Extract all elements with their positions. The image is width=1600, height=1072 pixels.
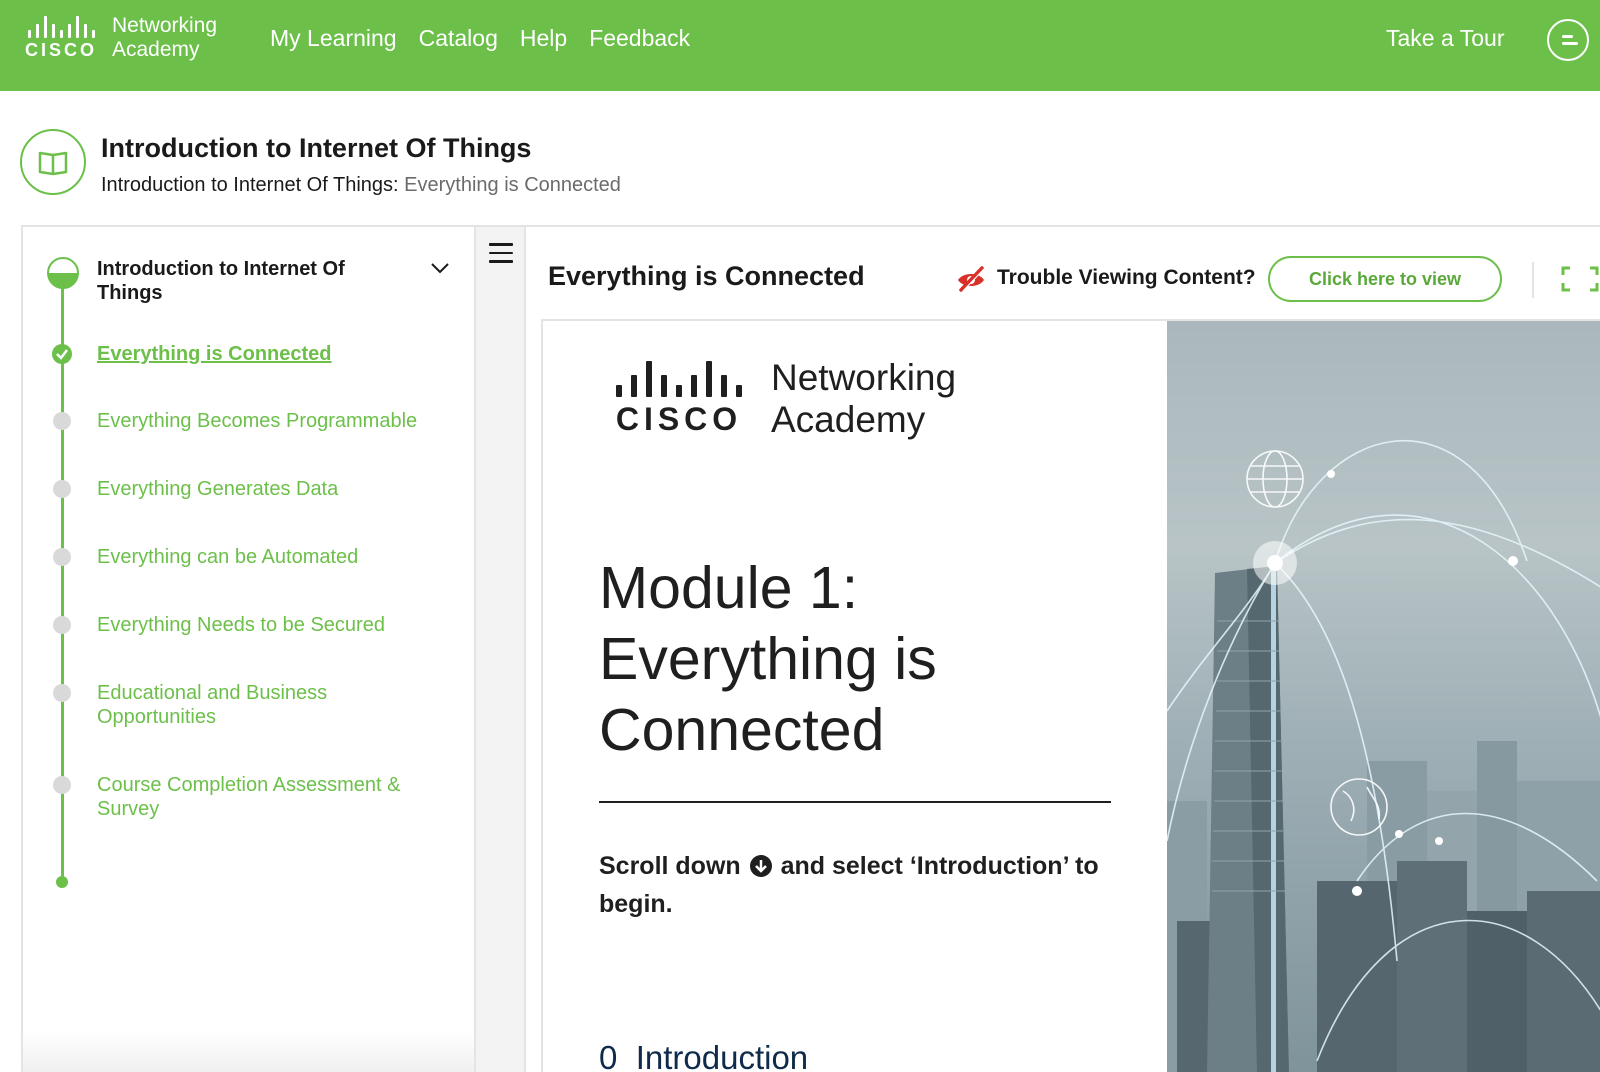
cisco-logo-icon: CISCO (609, 360, 749, 438)
outline-toggle-column (476, 225, 526, 1072)
cisco-logo-icon: CISCO (20, 15, 102, 61)
content-heading: Everything is Connected (548, 261, 865, 291)
book-icon (20, 129, 86, 195)
module-progress-icon (47, 257, 79, 289)
nav-feedback[interactable]: Feedback (589, 25, 690, 52)
chat-icon[interactable] (1547, 19, 1589, 61)
outline-item-everything-is-connected[interactable]: Everything is Connected (97, 342, 457, 366)
slide-title: Module 1: Everything is Connected (599, 555, 937, 763)
top-navigation-bar: CISCO Networking Academy My Learning Cat… (0, 0, 1600, 91)
divider (599, 801, 1111, 803)
timeline-end-dot (56, 876, 68, 888)
outline-item-course-completion-assessment[interactable]: Course Completion Assessment & Survey (97, 773, 437, 821)
status-dot (53, 616, 71, 634)
main-nav: My Learning Catalog Help Feedback (270, 25, 690, 52)
course-outline-panel: Introduction to Internet Of Things Every… (21, 225, 476, 1072)
completed-check-icon (52, 344, 72, 364)
eye-slash-icon (958, 266, 985, 292)
status-dot (53, 548, 71, 566)
outline-item-everything-generates-data[interactable]: Everything Generates Data (97, 477, 457, 501)
arrow-down-circle-icon (749, 855, 772, 877)
nav-help[interactable]: Help (520, 25, 567, 52)
outline-item-educational-and-business-opportunities[interactable]: Educational and Business Opportunities (97, 681, 377, 729)
click-here-to-view-button[interactable]: Click here to view (1268, 256, 1502, 302)
outline-item-everything-needs-to-be-secured[interactable]: Everything Needs to be Secured (97, 613, 457, 637)
take-a-tour-link[interactable]: Take a Tour (1386, 25, 1504, 52)
status-dot (53, 480, 71, 498)
breadcrumb: Introduction to Internet Of Things: Ever… (101, 174, 621, 197)
nav-my-learning[interactable]: My Learning (270, 25, 397, 52)
module-slide: CISCO Networking Academy Module 1: Every… (541, 319, 1600, 1072)
trouble-viewing-label: Trouble Viewing Content? (997, 266, 1256, 289)
logo-text: Networking Academy (112, 14, 218, 61)
breadcrumb-current: Everything is Connected (404, 174, 621, 196)
outline-item-everything-becomes-programmable[interactable]: Everything Becomes Programmable (97, 409, 457, 433)
course-title: Introduction to Internet Of Things (101, 133, 532, 163)
city-network-image (1167, 321, 1600, 1072)
scroll-instruction: Scroll down and select ‘Introduction’ to… (599, 852, 1099, 918)
breadcrumb-parent[interactable]: Introduction to Internet Of Things: (101, 174, 399, 196)
status-dot (53, 776, 71, 794)
status-dot (53, 684, 71, 702)
networking-academy-logo[interactable]: CISCO Networking Academy (20, 14, 217, 62)
hamburger-menu-icon[interactable] (489, 243, 513, 263)
outline-item-everything-can-be-automated[interactable]: Everything can be Automated (97, 545, 457, 569)
slide-cisco-logo: CISCO Networking Academy (609, 357, 956, 441)
chevron-down-icon[interactable] (429, 257, 451, 279)
nav-catalog[interactable]: Catalog (419, 25, 498, 52)
introduction-section-link[interactable]: 0 Introduction (599, 1039, 808, 1072)
module-title[interactable]: Introduction to Internet Of Things (97, 257, 397, 305)
fullscreen-icon[interactable] (1561, 266, 1599, 292)
status-dot (53, 412, 71, 430)
